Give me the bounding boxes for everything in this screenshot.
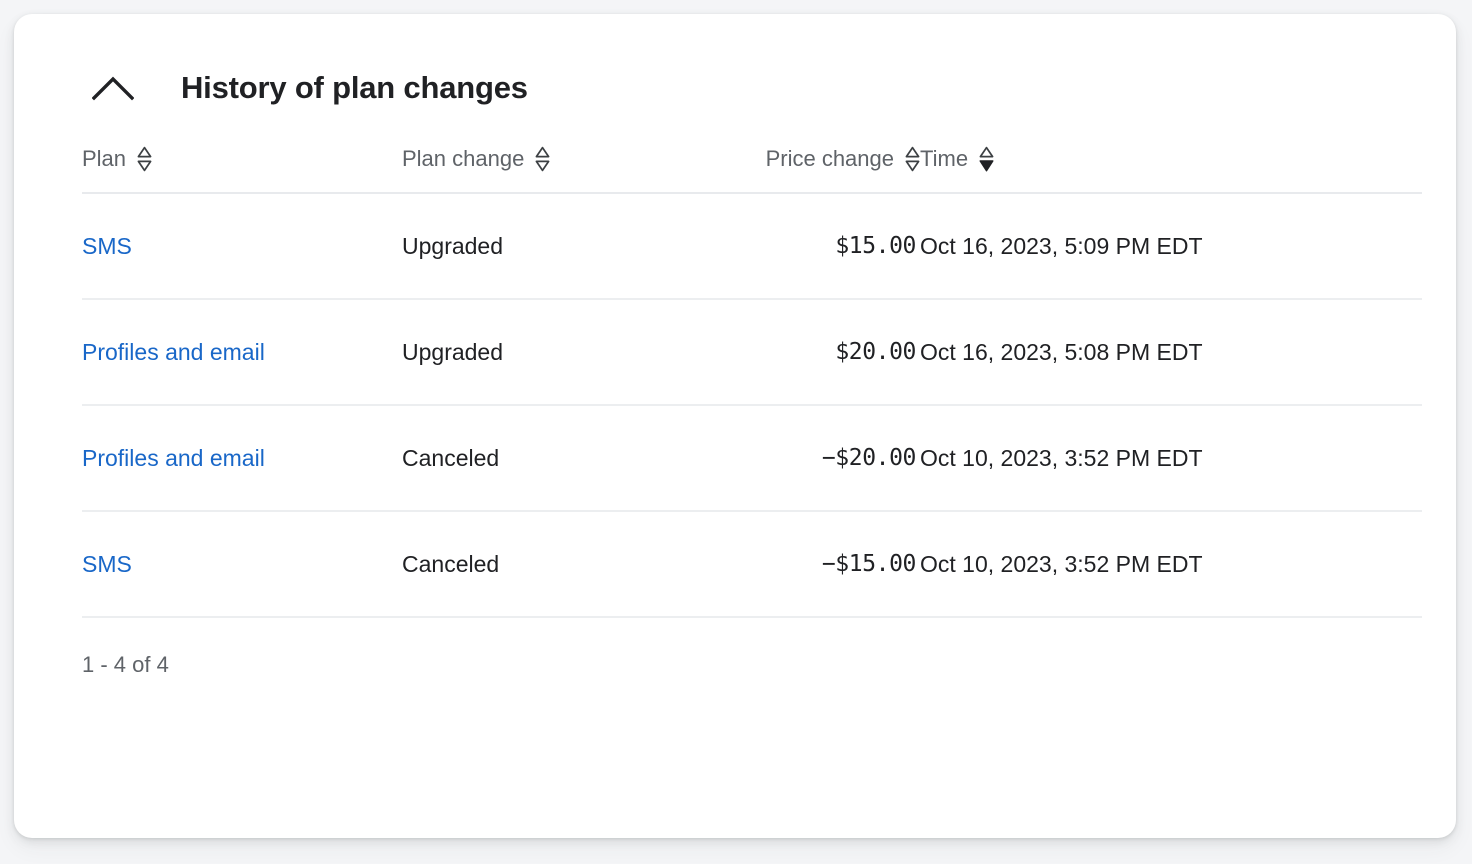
pagination-summary: 1 - 4 of 4 xyxy=(82,652,169,677)
cell-price-change: −$20.00 xyxy=(714,405,920,512)
price-change-value: $20.00 xyxy=(835,339,916,365)
plan-link[interactable]: Profiles and email xyxy=(82,445,265,471)
column-header-plan-label: Plan xyxy=(82,146,127,171)
column-header-price-change[interactable]: Price change xyxy=(714,146,920,194)
column-header-time-label: Time xyxy=(920,146,969,171)
history-of-plan-changes-card: History of plan changes Plan Plan change… xyxy=(14,14,1456,838)
time-value: Oct 16, 2023, 5:08 PM EDT xyxy=(920,338,1203,365)
table-header-row: Plan Plan change Price change Time xyxy=(82,146,1422,194)
cell-plan-change: Upgraded xyxy=(402,193,714,300)
chevron-up-icon xyxy=(92,75,134,101)
sort-none-icon[interactable] xyxy=(905,146,920,172)
cell-plan-change: Upgraded xyxy=(402,299,714,406)
cell-plan: Profiles and email xyxy=(82,299,402,406)
plan-changes-table: Plan Plan change Price change Time SMS U… xyxy=(82,146,1422,618)
price-change-value: $15.00 xyxy=(835,233,916,259)
cell-time: Oct 16, 2023, 5:08 PM EDT xyxy=(920,299,1422,406)
table-row: SMS Canceled −$15.00 Oct 10, 2023, 3:52 … xyxy=(82,511,1422,618)
plan-link[interactable]: Profiles and email xyxy=(82,339,265,365)
cell-plan: Profiles and email xyxy=(82,405,402,512)
time-value: Oct 16, 2023, 5:09 PM EDT xyxy=(920,232,1203,259)
cell-time: Oct 10, 2023, 3:52 PM EDT xyxy=(920,405,1422,512)
cell-plan-change: Canceled xyxy=(402,511,714,618)
price-change-value: −$20.00 xyxy=(821,445,917,471)
cell-time: Oct 10, 2023, 3:52 PM EDT xyxy=(920,511,1422,618)
plan-link[interactable]: SMS xyxy=(82,233,132,259)
column-header-price-change-label: Price change xyxy=(765,146,894,171)
table-row: Profiles and email Upgraded $20.00 Oct 1… xyxy=(82,299,1422,406)
card-header: History of plan changes xyxy=(14,14,1456,105)
history-table-container: Plan Plan change Price change Time SMS U… xyxy=(14,146,1456,678)
price-change-value: −$15.00 xyxy=(821,551,917,577)
column-header-plan-change-label: Plan change xyxy=(402,146,525,171)
table-row: Profiles and email Canceled −$20.00 Oct … xyxy=(82,405,1422,512)
page-title: History of plan changes xyxy=(181,70,528,105)
table-body: SMS Upgraded $15.00 Oct 16, 2023, 5:09 P… xyxy=(82,193,1422,618)
sort-none-icon[interactable] xyxy=(535,146,550,172)
table-header: Plan Plan change Price change Time xyxy=(82,146,1422,194)
plan-link[interactable]: SMS xyxy=(82,551,132,577)
column-header-time[interactable]: Time xyxy=(920,146,1422,194)
table-row: SMS Upgraded $15.00 Oct 16, 2023, 5:09 P… xyxy=(82,193,1422,300)
collapse-section-button[interactable] xyxy=(91,66,135,110)
column-header-plan-change[interactable]: Plan change xyxy=(402,146,714,194)
cell-time: Oct 16, 2023, 5:09 PM EDT xyxy=(920,193,1422,300)
cell-plan-change: Canceled xyxy=(402,405,714,512)
sort-none-icon[interactable] xyxy=(137,146,152,172)
cell-plan: SMS xyxy=(82,511,402,618)
cell-plan: SMS xyxy=(82,193,402,300)
time-value: Oct 10, 2023, 3:52 PM EDT xyxy=(920,550,1203,577)
cell-price-change: −$15.00 xyxy=(714,511,920,618)
column-header-plan[interactable]: Plan xyxy=(82,146,402,194)
cell-price-change: $15.00 xyxy=(714,193,920,300)
sort-desc-icon[interactable] xyxy=(979,146,994,172)
cell-price-change: $20.00 xyxy=(714,299,920,406)
time-value: Oct 10, 2023, 3:52 PM EDT xyxy=(920,444,1203,471)
